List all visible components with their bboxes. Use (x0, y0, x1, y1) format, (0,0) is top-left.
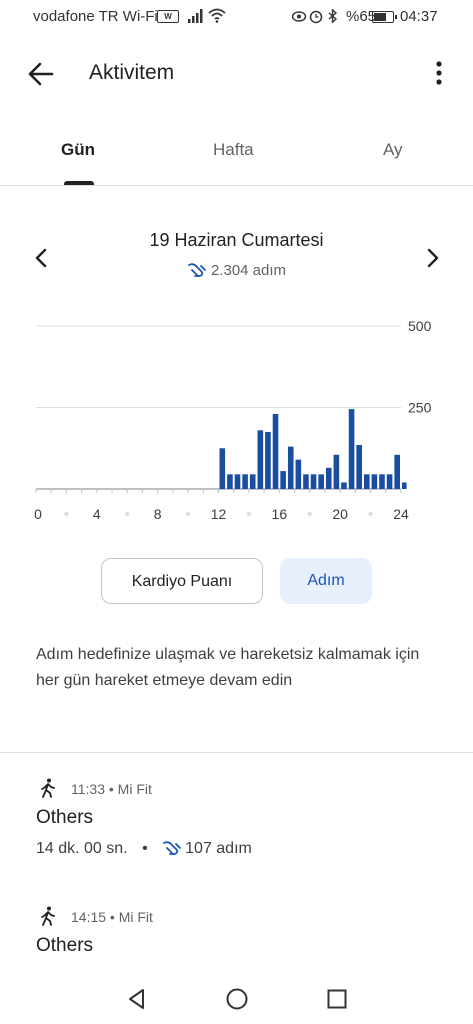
chart-bar (272, 414, 279, 489)
chart-bar (379, 474, 385, 489)
chart-bar (394, 454, 400, 489)
bluetooth-icon (328, 9, 338, 24)
x-tick-label: 20 (332, 506, 348, 522)
chart-bar (310, 474, 317, 489)
chart-bar (219, 448, 226, 489)
x-tick-label: 12 (211, 506, 227, 522)
activity-item[interactable]: 11:33 • Mi Fit Others 14 dk. 00 sn. • 10… (0, 770, 473, 870)
next-day-button[interactable] (418, 244, 446, 272)
x-tick-label: 4 (93, 506, 101, 522)
chart-bar (318, 474, 324, 489)
chevron-right-icon (427, 248, 439, 268)
activity-steps: 107 adım (185, 840, 252, 857)
section-divider (0, 752, 473, 753)
arrow-left-icon (28, 62, 54, 86)
nav-home-button[interactable] (224, 986, 250, 1012)
chart-bar (234, 474, 241, 489)
clock: 04:37 (400, 8, 438, 25)
x-tick-dot (64, 512, 69, 516)
circle-home-icon (226, 988, 248, 1010)
status-bar: vodafone TR Wi-Fi W %65 04:37 (0, 0, 473, 34)
walking-person-icon (41, 906, 55, 926)
nav-back-button[interactable] (124, 986, 150, 1012)
chart-bar (280, 471, 286, 489)
chart-bar (257, 430, 264, 489)
chart-bar (265, 431, 271, 489)
chart-bar (356, 444, 362, 489)
chart-bar (303, 474, 309, 489)
activity-title: Others (36, 935, 94, 956)
chart-bar (348, 409, 355, 489)
steps-chart: 250 500 0 4 8 12 16 20 24 (34, 318, 432, 522)
x-tick-dot (125, 512, 130, 516)
x-tick-dot (307, 512, 312, 516)
date-title: 19 Haziran Cumartesi (149, 230, 324, 250)
activity-details: 14 dk. 00 sn. • 107 adım (36, 840, 252, 858)
chart-bar (363, 474, 370, 489)
wifi-icon (208, 8, 226, 23)
battery-icon (372, 11, 397, 23)
chart-bar (287, 446, 294, 489)
walking-person-icon (41, 778, 55, 798)
x-tick-label: 16 (272, 506, 288, 522)
activity-duration: 14 dk. 00 sn. (36, 840, 128, 857)
cardio-points-button[interactable]: Kardiyo Puanı (101, 558, 263, 604)
page-title: Aktivitem (89, 61, 175, 84)
more-vert-icon (436, 61, 442, 85)
x-tick-label: 24 (393, 506, 409, 522)
steps-summary-text: 2.304 adım (210, 262, 287, 279)
nav-recents-button[interactable] (324, 986, 350, 1012)
x-tick-label: 8 (154, 506, 162, 522)
system-nav-bar (0, 976, 473, 1024)
status-icons (292, 9, 338, 24)
eye-icon (292, 11, 307, 22)
steps-button[interactable]: Adım (280, 558, 372, 604)
activity-meta: 14:15 • Mi Fit (71, 909, 153, 925)
tab-week[interactable]: Hafta (213, 140, 254, 160)
steps-icon (188, 263, 206, 277)
triangle-back-icon (129, 989, 144, 1009)
chart-bar (341, 482, 347, 489)
chart-bar (249, 474, 256, 489)
chart-bar (333, 454, 340, 489)
more-options-button[interactable] (425, 56, 453, 92)
x-tick-dot (186, 512, 191, 516)
square-recents-icon (327, 989, 347, 1009)
detail-separator: • (142, 840, 148, 857)
signal-icon (188, 9, 203, 23)
back-button[interactable] (22, 56, 62, 92)
carrier-label: vodafone TR Wi-Fi (33, 8, 158, 25)
chart-bar (386, 474, 393, 489)
activity-meta: 11:33 • Mi Fit (71, 781, 152, 797)
tabs-divider (0, 185, 473, 186)
chart-bar (371, 474, 378, 489)
chart-bar (325, 467, 332, 489)
chart-bar (227, 474, 233, 489)
x-tick-label: 0 (34, 506, 42, 522)
x-tick-dot (246, 512, 251, 516)
chart-bar (402, 482, 407, 489)
activity-title: Others (36, 807, 94, 828)
tab-day[interactable]: Gün (61, 140, 95, 160)
y-tick-label: 250 (408, 400, 432, 416)
chart-bar (242, 474, 248, 489)
alarm-icon (309, 10, 323, 24)
steps-summary: 2.304 adım (0, 262, 473, 279)
x-tick-dot (368, 512, 373, 516)
chart-bar (295, 459, 302, 489)
activity-item[interactable]: 14:15 • Mi Fit Others (0, 898, 473, 976)
tab-month[interactable]: Ay (383, 140, 403, 160)
info-text: Adım hedefinize ulaşmak ve hareketsiz ka… (36, 646, 420, 689)
steps-icon (163, 841, 182, 855)
y-tick-label: 500 (408, 318, 432, 334)
vowifi-icon: W (157, 10, 179, 23)
